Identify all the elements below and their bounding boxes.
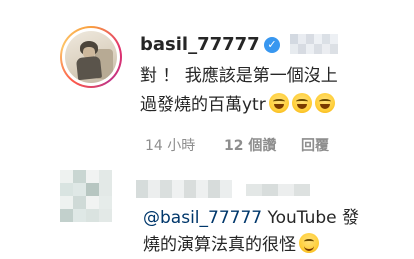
avatar-ring-gap xyxy=(62,28,120,86)
tears-of-joy-emoji-icon xyxy=(291,93,312,113)
pixel-block xyxy=(60,183,73,196)
blurred-username-suffix xyxy=(290,34,338,54)
verified-badge-icon: ✓ xyxy=(264,37,280,53)
blurred-reply-username-suffix xyxy=(246,184,310,196)
avatar[interactable] xyxy=(65,31,117,83)
tears-of-joy-emoji-icon xyxy=(314,93,335,113)
blurred-reply-username xyxy=(136,180,232,198)
pixel-block xyxy=(73,196,86,209)
pixel-block xyxy=(60,209,73,222)
comment-like-count[interactable]: 12 個讚 xyxy=(224,138,276,154)
pixel-block xyxy=(86,183,99,196)
pixel-block xyxy=(73,170,86,183)
reply-text-line-1: YouTube 發 xyxy=(262,208,360,228)
comment-timestamp[interactable]: 14 小時 xyxy=(145,138,195,154)
avatar-photo-detail xyxy=(75,55,103,81)
comment-username[interactable]: basil_77777 xyxy=(140,34,260,56)
reply-text-line-2: 燒的演算法真的很怪 xyxy=(143,235,296,255)
reply-avatar[interactable] xyxy=(60,170,112,222)
pixel-block xyxy=(86,209,99,222)
comment-text-line-1: 對 ！ 我應該是第一個沒上 xyxy=(140,66,338,86)
avatar-story-ring[interactable] xyxy=(60,26,122,88)
smiling-face-emoji-icon xyxy=(299,233,319,253)
tears-of-joy-emoji-icon xyxy=(268,93,289,113)
reply-text: @basil_77777 YouTube 發燒的演算法真的很怪 xyxy=(143,205,405,259)
comment-text: 對 ！ 我應該是第一個沒上 過發燒的百萬ytr xyxy=(140,62,400,120)
reply-button[interactable]: 回覆 xyxy=(301,138,329,154)
mention-link[interactable]: @basil_77777 xyxy=(143,208,262,228)
comment-text-line-2: 過發燒的百萬ytr xyxy=(140,95,266,115)
pixel-block xyxy=(99,196,112,209)
